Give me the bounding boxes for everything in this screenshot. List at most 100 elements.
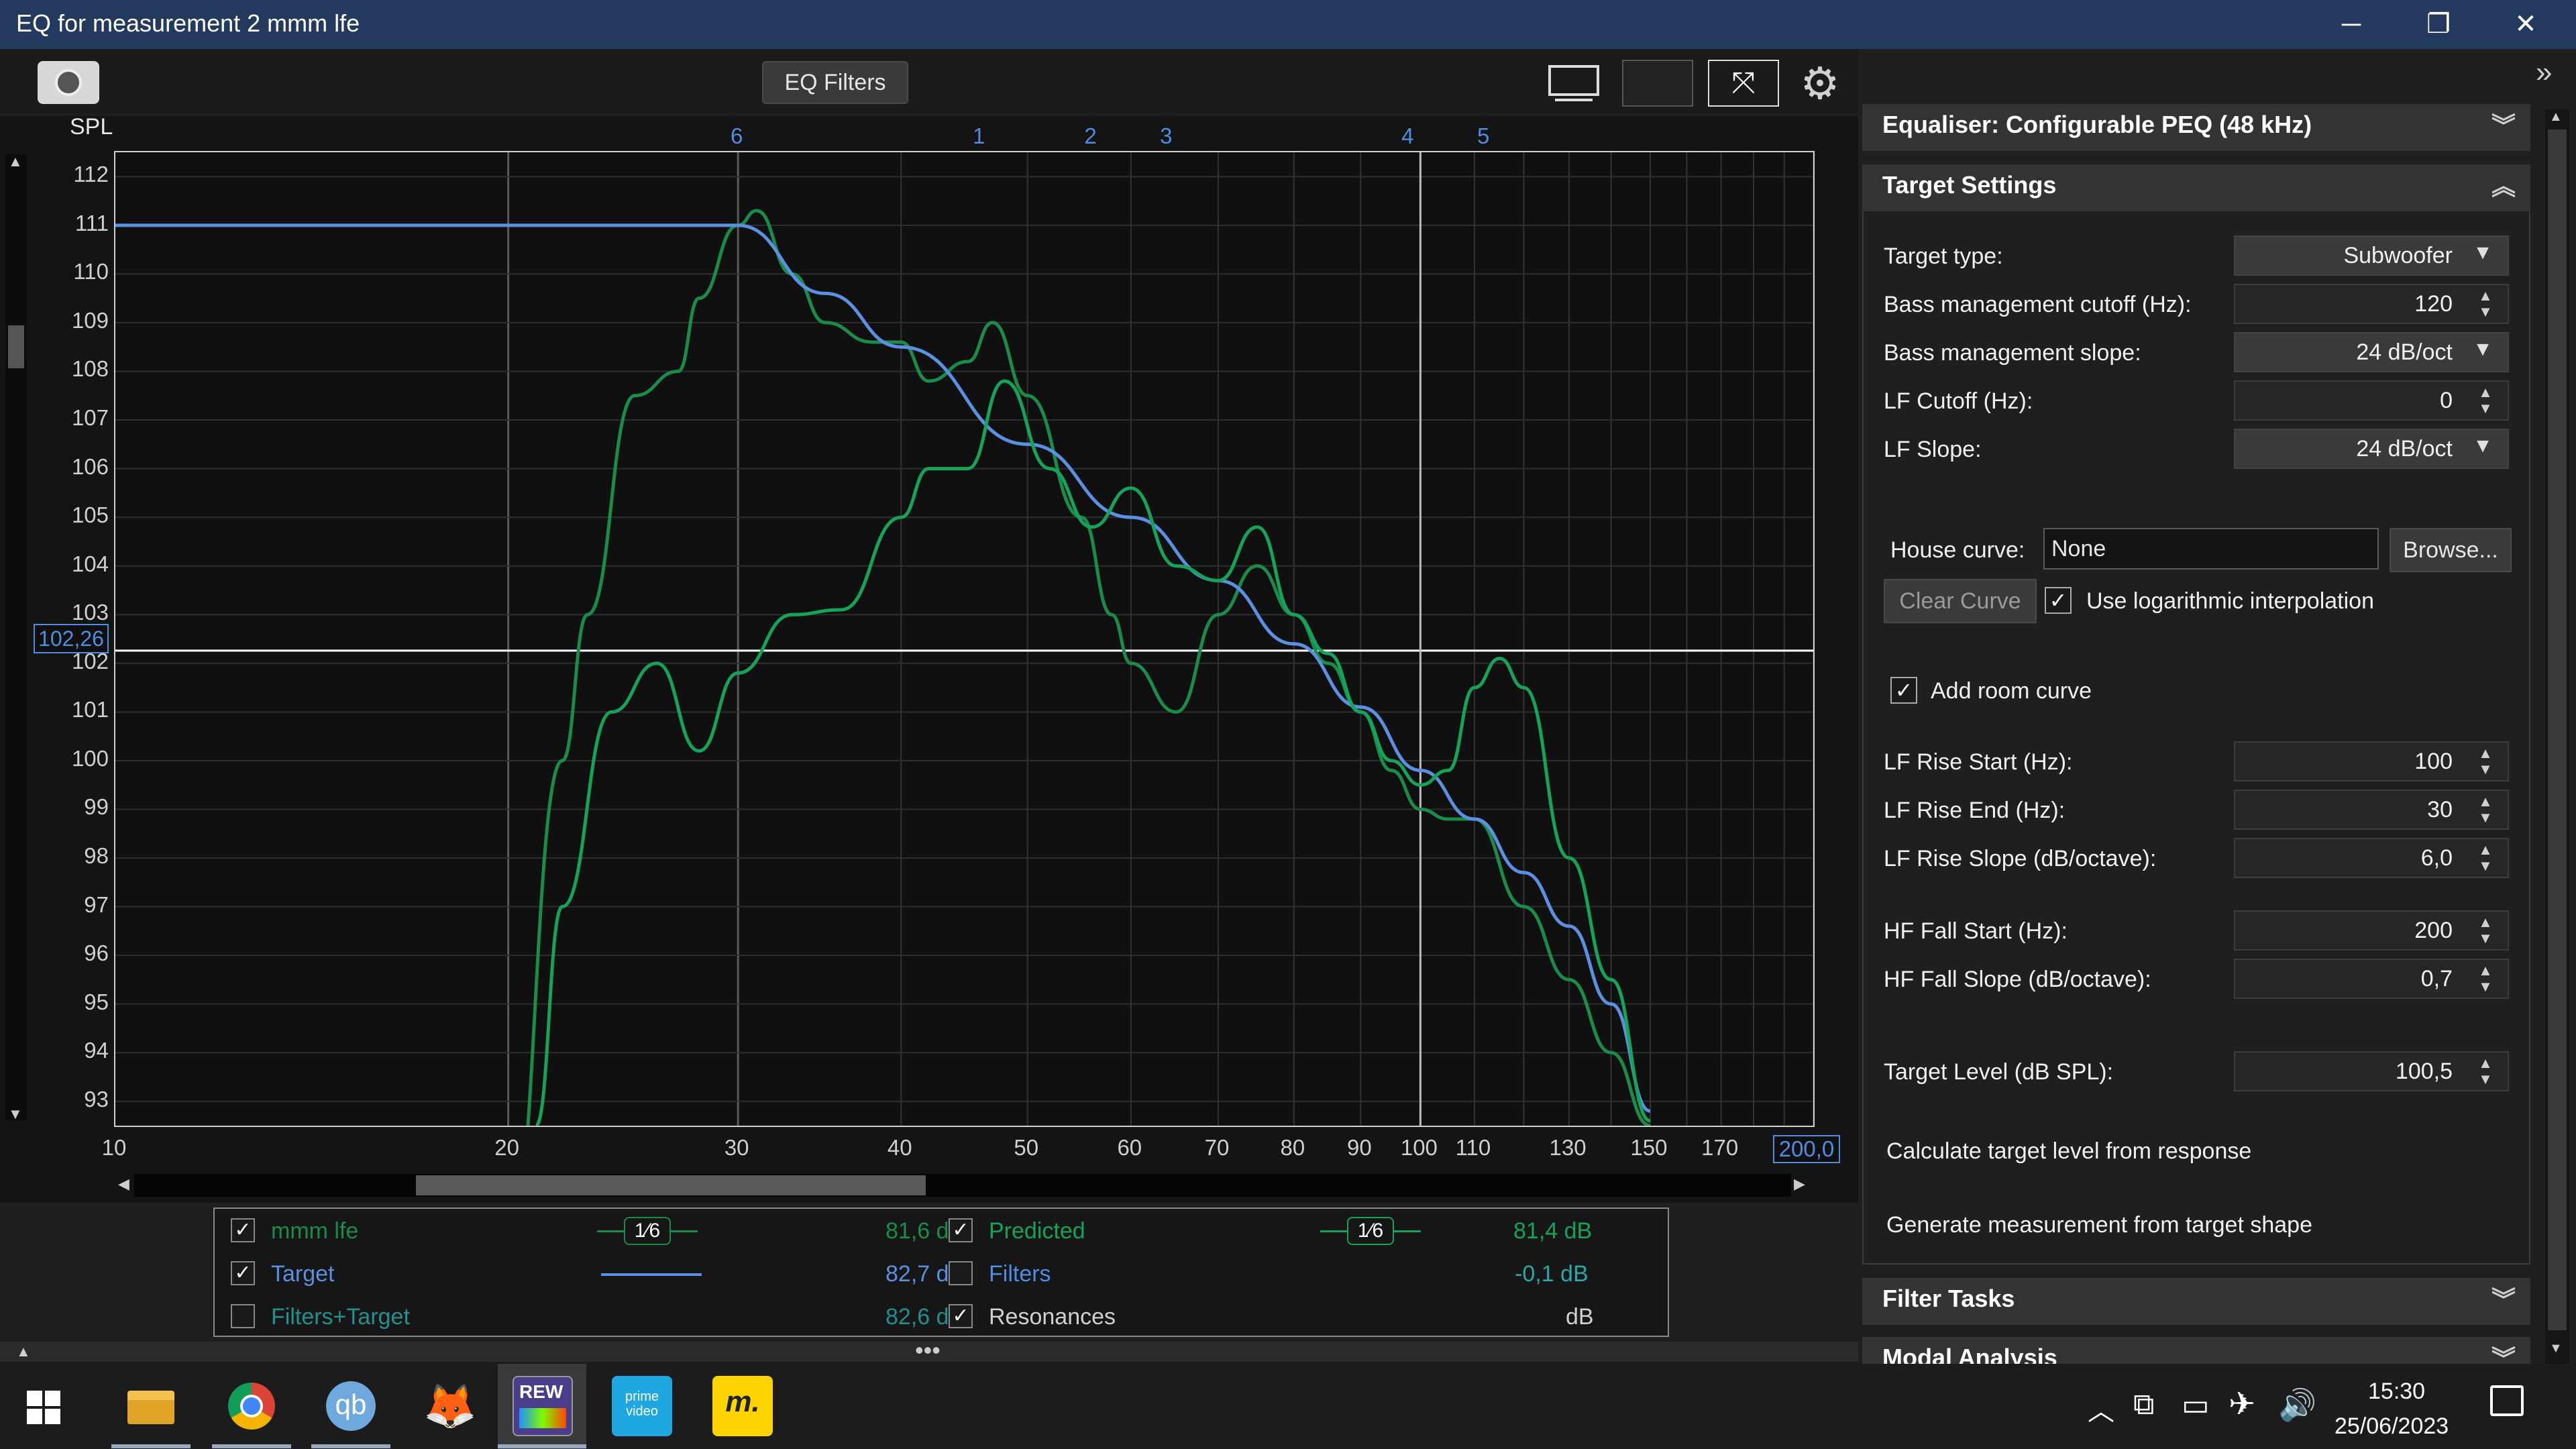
filter-marker[interactable]: 6 [723, 123, 750, 149]
y-tick-label: 99 [84, 794, 109, 820]
filter-tasks-header[interactable]: Filter Tasks ︾ [1862, 1278, 2530, 1325]
prime-video-icon[interactable]: prime video [612, 1376, 672, 1436]
camera-icon[interactable] [38, 61, 99, 104]
spinner-arrows-icon: ▲ ▼ [2478, 841, 2493, 874]
scroll-left-icon[interactable]: ◀ [118, 1175, 129, 1193]
notifications-icon[interactable] [2490, 1385, 2524, 1416]
collapse-panel-icon[interactable]: » [2536, 56, 2552, 89]
y-tick-label: 96 [84, 941, 109, 966]
add-room-curve-checkbox[interactable]: ✓ [1890, 677, 1917, 704]
y-tick-label: 112 [73, 162, 109, 187]
lf-rise-start-input[interactable]: 100 ▲ ▼ [2234, 741, 2509, 782]
mmm-lfe-label: mmm lfe [271, 1218, 359, 1244]
vertical-scrollbar-thumb[interactable] [8, 325, 24, 368]
volume-icon[interactable]: 🔊 [2278, 1387, 2316, 1424]
hf-fall-slope-input[interactable]: 0,7 ▲ ▼ [2234, 959, 2509, 999]
lf-cutoff-label: LF Cutoff (Hz): [1884, 388, 2033, 414]
lf-rise-slope-label: LF Rise Slope (dB/octave): [1884, 846, 2157, 871]
y-tick-label: 103 [71, 600, 109, 625]
house-curve-input[interactable]: None [2043, 528, 2379, 570]
panel-splitter[interactable]: ▲ ••• [0, 1336, 1858, 1364]
tile-graphs-icon[interactable] [1622, 60, 1693, 107]
spl-chart [115, 152, 1813, 1126]
window-title: EQ for measurement 2 mmm lfe [16, 9, 360, 37]
target-settings-section [1862, 164, 2530, 1265]
log-interpolation-checkbox[interactable]: ✓ [2045, 587, 2072, 614]
minimize-button[interactable]: ─ [2308, 0, 2395, 49]
predicted-smoothing[interactable]: 1⁄6 [1320, 1217, 1421, 1246]
battery-icon[interactable]: ▭ [2182, 1388, 2210, 1422]
modal-analysis-header[interactable]: Modal Analysis ︾ [1862, 1337, 2530, 1364]
predicted-checkbox[interactable]: ✓ [949, 1218, 973, 1242]
file-explorer-icon[interactable] [121, 1376, 181, 1436]
dropdown-arrow-icon: ▼ [2473, 241, 2493, 264]
close-button[interactable]: ✕ [2482, 0, 2569, 49]
target-checkbox[interactable]: ✓ [231, 1261, 255, 1285]
eq-filters-button[interactable]: EQ Filters [762, 61, 908, 104]
clock-time[interactable]: 15:30 [2368, 1379, 2425, 1405]
dropdown-arrow-icon: ▼ [2473, 338, 2493, 360]
filters-target-checkbox[interactable] [231, 1304, 255, 1328]
filters-target-label: Filters+Target [271, 1304, 410, 1330]
tray-chevron-up-icon[interactable]: ︿ [2088, 1389, 2114, 1428]
scroll-down-icon[interactable]: ▼ [8, 1106, 23, 1123]
mmm-lfe-checkbox[interactable]: ✓ [231, 1218, 255, 1242]
bass-management-slope-label: Bass management slope: [1884, 340, 2141, 366]
lf-slope-select[interactable]: 24 dB/oct ▼ [2234, 429, 2509, 469]
target-settings-header[interactable]: Target Settings ︽ [1862, 164, 2530, 211]
horizontal-scrollbar[interactable] [134, 1174, 1791, 1197]
lf-rise-end-input[interactable]: 30 ▲ ▼ [2234, 790, 2509, 830]
hf-fall-start-input[interactable]: 200 ▲ ▼ [2234, 910, 2509, 951]
display-icon[interactable]: ⧉ [2133, 1388, 2154, 1421]
target-type-label: Target type: [1884, 244, 2003, 269]
bass-management-cutoff-input[interactable]: 120 ▲ ▼ [2234, 284, 2509, 324]
mmm-lfe-smoothing[interactable]: 1⁄6 [597, 1217, 698, 1246]
clock-date[interactable]: 25/06/2023 [2334, 1413, 2449, 1440]
equaliser-header[interactable]: Equaliser: Configurable PEQ (48 kHz) ︾ [1862, 104, 2530, 151]
fox-app-icon[interactable]: 🦊 [420, 1376, 480, 1436]
y-tick-label: 105 [71, 502, 109, 528]
target-level-input[interactable]: 100,5 ▲ ▼ [2234, 1051, 2509, 1091]
target-type-select[interactable]: Subwoofer ▼ [2234, 235, 2509, 276]
browse-button[interactable]: Browse... [2390, 528, 2512, 572]
filter-marker[interactable]: 2 [1077, 123, 1104, 149]
settings-gear-icon[interactable]: ⚙ [1798, 61, 1842, 105]
rew-app-icon[interactable]: REW [513, 1376, 573, 1436]
chevron-down-icon: ︾ [2491, 1345, 2516, 1364]
chrome-icon[interactable] [221, 1376, 282, 1436]
clear-curve-button[interactable]: Clear Curve [1884, 579, 2037, 623]
filters-checkbox[interactable] [949, 1261, 973, 1285]
lf-rise-slope-input[interactable]: 6,0 ▲ ▼ [2234, 838, 2509, 878]
x-tick-label: 60 [1117, 1135, 1142, 1160]
filter-marker[interactable]: 5 [1470, 123, 1497, 149]
scroll-up-icon[interactable]: ▲ [8, 153, 23, 170]
x-tick-label: 40 [887, 1135, 912, 1160]
generate-measurement-button[interactable]: Generate measurement from target shape [1886, 1212, 2312, 1238]
single-graph-icon[interactable] [1535, 61, 1605, 104]
y-tick-label: 93 [84, 1086, 109, 1112]
horizontal-scrollbar-thumb[interactable] [416, 1175, 926, 1195]
log-interpolation-label: Use logarithmic interpolation [2086, 588, 2374, 614]
fit-axes-icon[interactable]: ⤧ [1708, 60, 1779, 107]
filter-marker[interactable]: 3 [1152, 123, 1179, 149]
y-tick-label: 104 [71, 551, 109, 576]
panel-scrollbar[interactable]: ▲ ▼ [2545, 109, 2569, 1364]
bass-management-slope-select[interactable]: 24 dB/oct ▼ [2234, 332, 2509, 372]
airplane-mode-icon[interactable]: ✈ [2229, 1385, 2255, 1423]
vertical-scrollbar[interactable] [5, 154, 27, 1120]
filter-marker[interactable]: 4 [1394, 123, 1421, 149]
spinner-arrows-icon: ▲ ▼ [2478, 793, 2493, 826]
qbittorrent-icon[interactable]: qb [321, 1376, 381, 1436]
resonances-checkbox[interactable]: ✓ [949, 1304, 973, 1328]
x-tick-label: 130 [1549, 1135, 1587, 1160]
windows-start-icon[interactable] [27, 1391, 60, 1424]
calculate-target-level-button[interactable]: Calculate target level from response [1886, 1138, 2251, 1165]
filter-marker[interactable]: 1 [965, 123, 992, 149]
x-tick-label: 150 [1630, 1135, 1668, 1160]
restore-button[interactable]: ❐ [2395, 0, 2482, 49]
plot-area[interactable] [114, 151, 1815, 1127]
x-tick-label: 170 [1701, 1135, 1739, 1160]
m-app-icon[interactable]: m. [712, 1376, 773, 1436]
scroll-right-icon[interactable]: ▶ [1794, 1175, 1805, 1193]
lf-cutoff-input[interactable]: 0 ▲ ▼ [2234, 380, 2509, 421]
